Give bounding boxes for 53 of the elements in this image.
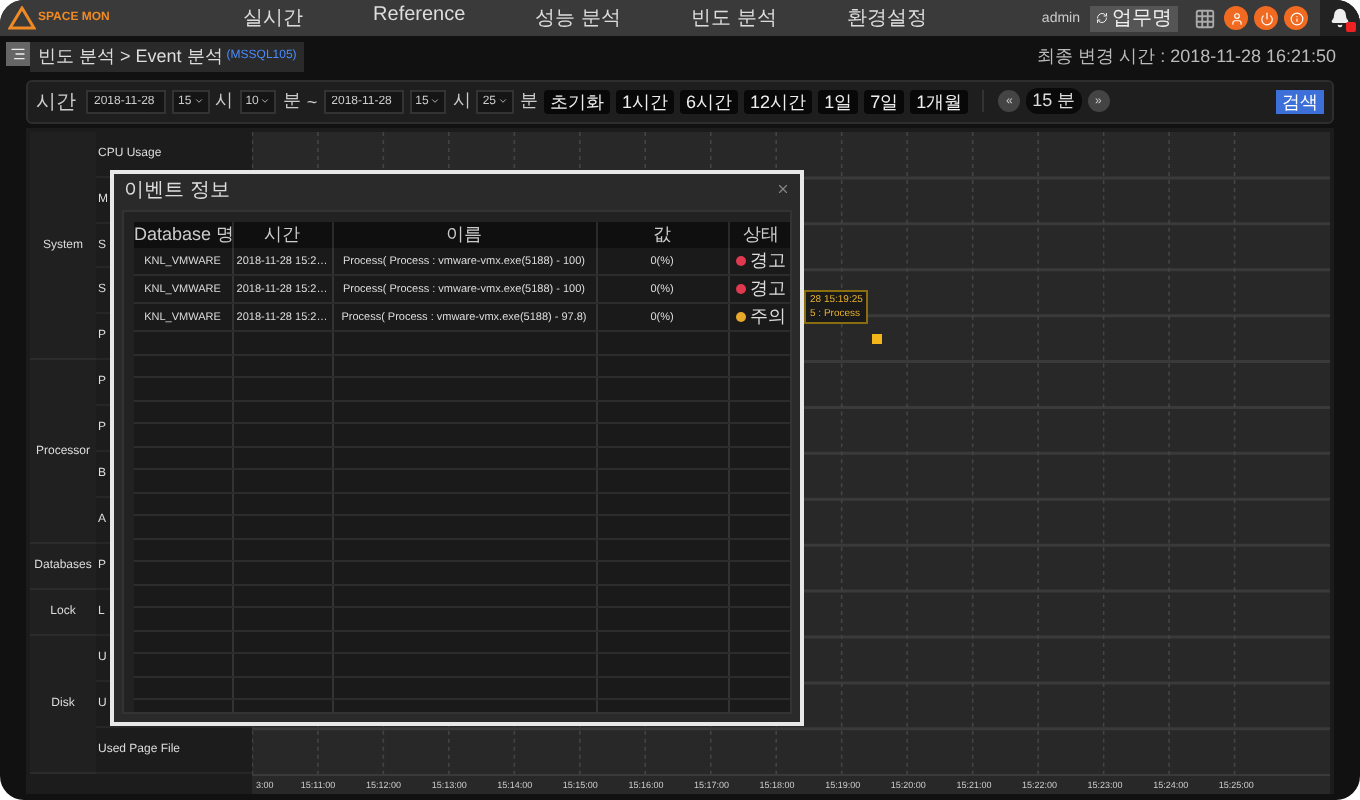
range-button[interactable]: 초기화 bbox=[544, 89, 611, 114]
caret-icon bbox=[193, 96, 204, 107]
notification-button[interactable] bbox=[1320, 0, 1360, 36]
breadcrumb-path: 빈도 분석 > Event 분석 bbox=[38, 43, 223, 70]
refresh-icon bbox=[1096, 12, 1108, 24]
unit-label: 분 bbox=[282, 88, 301, 115]
column-header: 상태 bbox=[728, 222, 790, 248]
status-label: 경고 bbox=[750, 276, 786, 302]
menu-button[interactable] bbox=[6, 41, 30, 66]
range-button[interactable]: 12시간 bbox=[744, 89, 813, 114]
power-icon bbox=[1259, 11, 1273, 25]
range-button[interactable]: 1개월 bbox=[910, 89, 969, 114]
bell-icon bbox=[1330, 8, 1350, 28]
column-header: 시간 bbox=[232, 222, 332, 248]
dialog-title: 이벤트 정보 bbox=[124, 177, 230, 203]
column-header: Database 명 bbox=[134, 222, 232, 248]
unit-label: 시 bbox=[215, 88, 234, 115]
time-label: 시간 bbox=[36, 89, 76, 116]
info-button[interactable] bbox=[1284, 6, 1308, 30]
nav-menu-item[interactable]: 실시간 bbox=[243, 4, 304, 32]
nav-menu-item[interactable]: 빈도 분석 bbox=[691, 4, 777, 32]
status-label: 주의 bbox=[750, 304, 786, 330]
caret-icon bbox=[430, 96, 441, 107]
caret-icon bbox=[498, 96, 509, 107]
range-button[interactable]: 6시간 bbox=[680, 89, 739, 114]
range-button[interactable]: 1일 bbox=[818, 89, 859, 114]
work-button[interactable]: 업무명 bbox=[1090, 5, 1178, 31]
close-button[interactable] bbox=[776, 182, 790, 196]
menu-icon bbox=[10, 45, 26, 62]
user-icon bbox=[1229, 11, 1243, 25]
nav-menu-item[interactable]: 성능 분석 bbox=[535, 4, 621, 32]
status-label: 경고 bbox=[750, 248, 786, 274]
last-update-time: 최종 변경 시간 : 2018-11-28 16:21:50 bbox=[1037, 44, 1336, 71]
range-button[interactable]: 7일 bbox=[864, 89, 905, 114]
unit-label: 시 bbox=[452, 88, 471, 115]
info-icon bbox=[1289, 11, 1303, 25]
unit-label: 분 bbox=[520, 88, 539, 115]
caret-icon bbox=[260, 96, 271, 107]
event-marker bbox=[872, 333, 882, 344]
nav-menu-item[interactable]: 환경설정 bbox=[846, 4, 927, 32]
column-header: 이름 bbox=[332, 222, 596, 248]
user-button[interactable] bbox=[1224, 6, 1248, 30]
power-button[interactable] bbox=[1254, 6, 1278, 30]
logo-icon bbox=[8, 6, 36, 30]
close-icon bbox=[776, 182, 790, 196]
unit-label: ~ bbox=[306, 91, 318, 112]
nav-menu-item[interactable]: Reference bbox=[373, 4, 466, 32]
search-button[interactable]: 검색 bbox=[1276, 89, 1324, 114]
column-header: 값 bbox=[596, 222, 728, 248]
grid-icon[interactable] bbox=[1194, 7, 1216, 29]
range-button[interactable]: 1시간 bbox=[616, 89, 675, 114]
interval-value: 15 분 bbox=[1026, 88, 1082, 115]
notification-badge bbox=[1346, 22, 1356, 32]
